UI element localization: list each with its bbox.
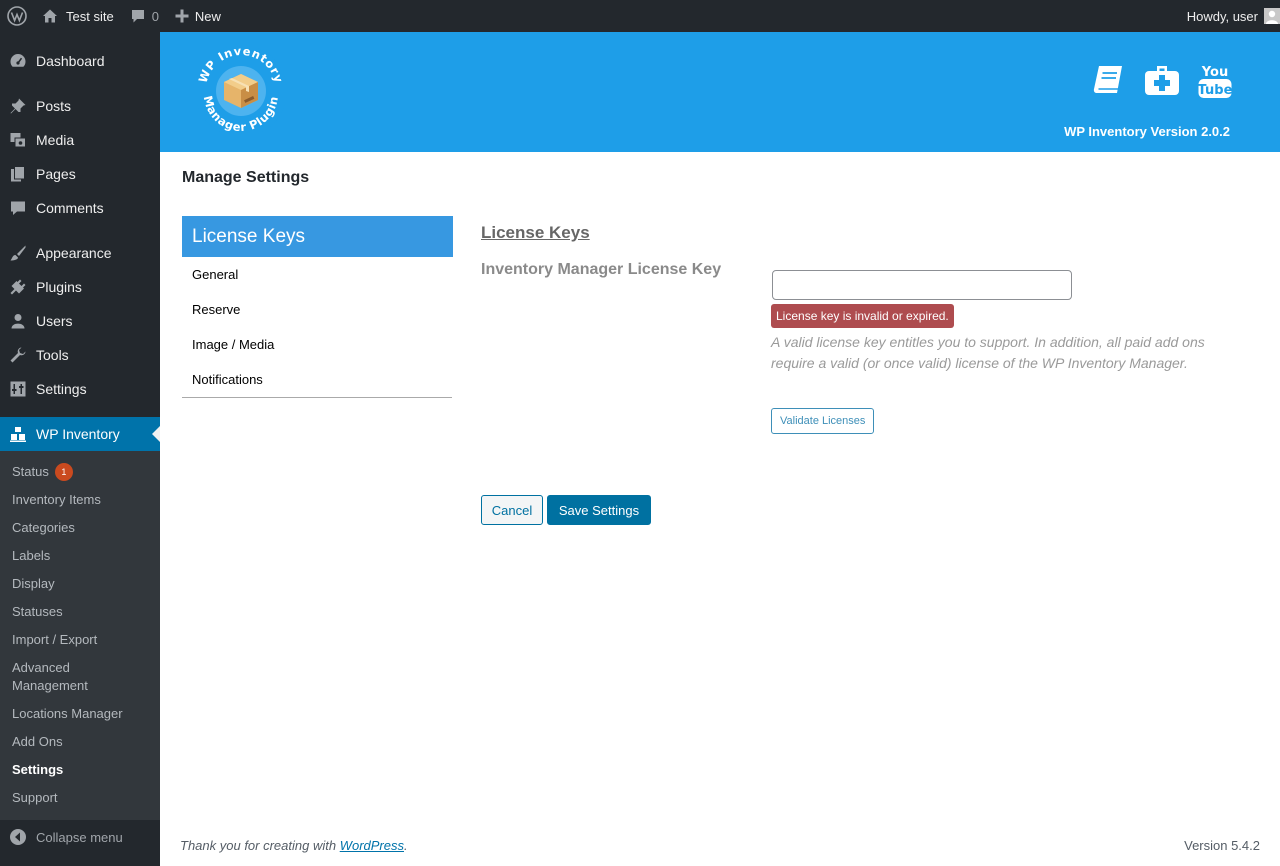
sidebar-item-label: Dashboard (36, 53, 105, 69)
collapse-arrow-icon (0, 828, 36, 846)
sliders-icon (0, 380, 36, 398)
sidebar-item-label: WP Inventory (36, 426, 120, 442)
sidebar-item-media[interactable]: Media (0, 123, 160, 157)
wordpress-logo-icon[interactable] (0, 0, 34, 32)
validate-licenses-button[interactable]: Validate Licenses (771, 408, 875, 434)
new-content-link[interactable]: New (167, 0, 229, 32)
book-icon[interactable] (1090, 62, 1126, 101)
sidebar-item-label: Media (36, 132, 75, 148)
comment-count: 0 (151, 8, 159, 24)
sidebar-item-label: Comments (36, 200, 104, 216)
site-name-link[interactable]: Test site (34, 0, 122, 32)
cancel-button[interactable]: Cancel (481, 495, 543, 525)
settings-tabs: License Keys General Reserve Image / Med… (182, 216, 453, 398)
brush-icon (0, 244, 36, 262)
site-name: Test site (66, 8, 114, 24)
submenu-item-display[interactable]: Display (12, 575, 152, 593)
comments-link[interactable]: 0 (122, 0, 167, 32)
save-settings-button[interactable]: Save Settings (547, 495, 651, 525)
footer-version: Version 5.4.2 (1184, 838, 1260, 853)
submenu-item-status[interactable]: Status 1 (12, 463, 152, 481)
boxes-icon (0, 425, 36, 443)
submenu-item-add-ons[interactable]: Add Ons (12, 733, 152, 751)
admin-sidebar: Dashboard Posts Media Pages Comments App… (0, 32, 160, 866)
tab-license-keys[interactable]: License Keys (182, 216, 453, 257)
youtube-icon[interactable]: You Tube (1198, 62, 1233, 101)
comment-icon (0, 199, 36, 217)
footer-thanks: Thank you for creating with WordPress. (180, 838, 408, 853)
sidebar-item-users[interactable]: Users (0, 304, 160, 338)
plus-icon (175, 9, 189, 23)
howdy-label: Howdy, user (1186, 8, 1258, 24)
collapse-menu-button[interactable]: Collapse menu (0, 820, 160, 854)
first-aid-kit-icon[interactable] (1144, 62, 1180, 101)
sidebar-item-label: Settings (36, 381, 87, 397)
wp-inventory-logo: WP Inventory Manager Plugin (192, 40, 290, 142)
comment-icon (130, 8, 146, 24)
media-icon (0, 131, 36, 149)
tab-notifications[interactable]: Notifications (182, 362, 453, 397)
tab-image-media[interactable]: Image / Media (182, 327, 453, 362)
license-key-label: Inventory Manager License Key (481, 261, 722, 278)
sidebar-item-label: Plugins (36, 279, 82, 295)
license-error-message: License key is invalid or expired. (771, 304, 954, 328)
dashboard-icon (0, 52, 36, 70)
plugin-version: WP Inventory Version 2.0.2 (1064, 124, 1230, 139)
sidebar-item-tools[interactable]: Tools (0, 338, 160, 372)
submenu-item-label: Status (12, 464, 49, 479)
home-icon (42, 8, 58, 24)
status-badge: 1 (54, 463, 73, 481)
sidebar-item-label: Appearance (36, 245, 112, 261)
plugin-header-banner: WP Inventory Manager Plugin You Tube WP … (160, 32, 1280, 152)
license-help-text: A valid license key entitles you to supp… (771, 334, 1205, 371)
submenu-item-inventory-items[interactable]: Inventory Items (12, 491, 152, 509)
submenu-item-advanced-management[interactable]: Advanced Management (12, 659, 112, 695)
wrench-icon (0, 346, 36, 364)
sidebar-item-label: Users (36, 313, 73, 329)
sidebar-item-label: Tools (36, 347, 69, 363)
tab-reserve[interactable]: Reserve (182, 292, 453, 327)
footer-thanks-prefix: Thank you for creating with (180, 838, 340, 853)
wordpress-link[interactable]: WordPress (340, 838, 404, 853)
tab-general[interactable]: General (182, 257, 453, 292)
pages-icon (0, 165, 36, 183)
section-title: License Keys (481, 223, 590, 242)
footer-thanks-suffix: . (404, 838, 408, 853)
sidebar-item-label: Pages (36, 166, 76, 182)
admin-bar: Test site 0 New Howdy, user (0, 0, 1280, 32)
plug-icon (0, 278, 36, 296)
active-indicator (152, 426, 160, 442)
collapse-label: Collapse menu (36, 829, 123, 845)
license-key-input[interactable] (772, 270, 1072, 300)
sidebar-item-pages[interactable]: Pages (0, 157, 160, 191)
sidebar-item-appearance[interactable]: Appearance (0, 236, 160, 270)
submenu-item-settings[interactable]: Settings (12, 761, 152, 779)
new-label: New (194, 8, 221, 24)
sidebar-item-wp-inventory[interactable]: WP Inventory (0, 417, 160, 451)
submenu-item-statuses[interactable]: Statuses (12, 603, 152, 621)
youtube-tube-text: Tube (1198, 83, 1232, 98)
account-menu[interactable]: Howdy, user (1179, 0, 1280, 32)
sidebar-item-label: Posts (36, 98, 72, 114)
sidebar-item-comments[interactable]: Comments (0, 191, 160, 225)
sidebar-item-settings[interactable]: Settings (0, 372, 160, 406)
banner-icon-group: You Tube (1090, 62, 1233, 101)
sidebar-item-dashboard[interactable]: Dashboard (0, 44, 160, 78)
page-title: Manage Settings (182, 169, 310, 186)
tabs-divider (182, 397, 452, 398)
user-icon (0, 312, 36, 330)
submenu-item-support[interactable]: Support (12, 789, 152, 807)
youtube-you-text: You (1201, 65, 1228, 80)
submenu-item-categories[interactable]: Categories (12, 519, 152, 537)
submenu-item-import-export[interactable]: Import / Export (12, 631, 152, 649)
avatar (1264, 8, 1280, 24)
wp-inventory-submenu: Status 1 Inventory Items Categories Label… (0, 451, 160, 820)
sidebar-item-posts[interactable]: Posts (0, 89, 160, 123)
submenu-item-locations-manager[interactable]: Locations Manager (12, 705, 152, 723)
pin-icon (0, 97, 36, 115)
sidebar-item-plugins[interactable]: Plugins (0, 270, 160, 304)
submenu-item-labels[interactable]: Labels (12, 547, 152, 565)
